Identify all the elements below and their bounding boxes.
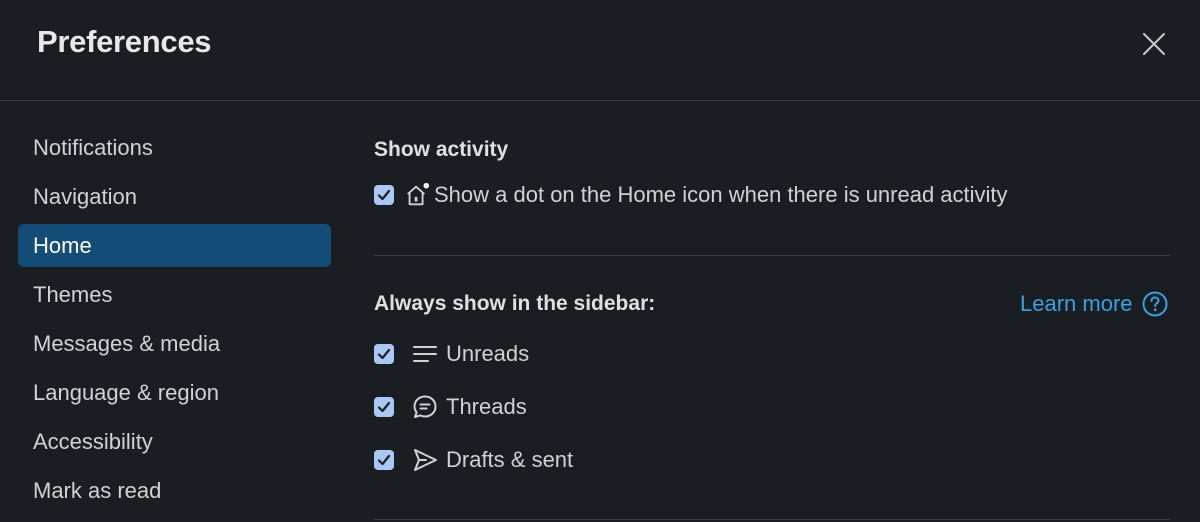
- close-button[interactable]: [1130, 20, 1178, 68]
- send-arrow-icon: [412, 447, 438, 473]
- checkmark-icon: [377, 348, 391, 360]
- threads-label: Threads: [446, 394, 527, 419]
- modal-title: Preferences: [37, 24, 212, 59]
- bottom-divider: [374, 519, 1170, 520]
- sidebar-item-accessibility[interactable]: Accessibility: [18, 420, 331, 463]
- checkmark-icon: [377, 189, 391, 201]
- preferences-content: Show activity Show a dot on the Home ico…: [374, 101, 1170, 522]
- learn-more-link[interactable]: Learn more: [1020, 290, 1169, 318]
- show-activity-heading: Show activity: [374, 138, 509, 161]
- question-circle-icon: [1141, 290, 1169, 318]
- checkmark-icon: [377, 401, 391, 413]
- unreads-lines-icon: [412, 341, 438, 367]
- threads-option: Threads: [374, 392, 527, 422]
- checkmark-icon: [377, 454, 391, 466]
- unreads-checkbox[interactable]: [374, 344, 394, 364]
- close-icon: [1143, 33, 1165, 55]
- preferences-modal: Preferences Notifications Navigation Hom…: [0, 0, 1200, 522]
- unreads-label: Unreads: [446, 341, 530, 366]
- sidebar-item-language-region[interactable]: Language & region: [18, 371, 331, 414]
- unreads-option: Unreads: [374, 339, 529, 369]
- sidebar-item-navigation[interactable]: Navigation: [18, 175, 331, 218]
- drafts-sent-checkbox[interactable]: [374, 450, 394, 470]
- threads-checkbox[interactable]: [374, 397, 394, 417]
- show-dot-label: Show a dot on the Home icon when there i…: [434, 182, 1008, 207]
- show-dot-checkbox[interactable]: [374, 185, 394, 205]
- sidebar-item-notifications[interactable]: Notifications: [18, 126, 331, 169]
- drafts-sent-option: Drafts & sent: [374, 445, 573, 475]
- threads-bubble-icon: [412, 394, 438, 420]
- sidebar-item-themes[interactable]: Themes: [18, 273, 331, 316]
- sidebar-item-mark-as-read[interactable]: Mark as read: [18, 469, 331, 512]
- preferences-sidebar: Notifications Navigation Home Themes Mes…: [18, 126, 331, 518]
- home-dot-icon: [404, 182, 430, 208]
- section-divider: [374, 255, 1170, 256]
- sidebar-item-home[interactable]: Home: [18, 224, 331, 267]
- modal-header: Preferences: [0, 0, 1200, 101]
- show-dot-option: Show a dot on the Home icon when there i…: [374, 180, 1008, 210]
- sidebar-section-heading: Always show in the sidebar:: [374, 292, 656, 315]
- drafts-sent-label: Drafts & sent: [446, 447, 574, 472]
- learn-more-label: Learn more: [1020, 291, 1133, 316]
- sidebar-item-messages-media[interactable]: Messages & media: [18, 322, 331, 365]
